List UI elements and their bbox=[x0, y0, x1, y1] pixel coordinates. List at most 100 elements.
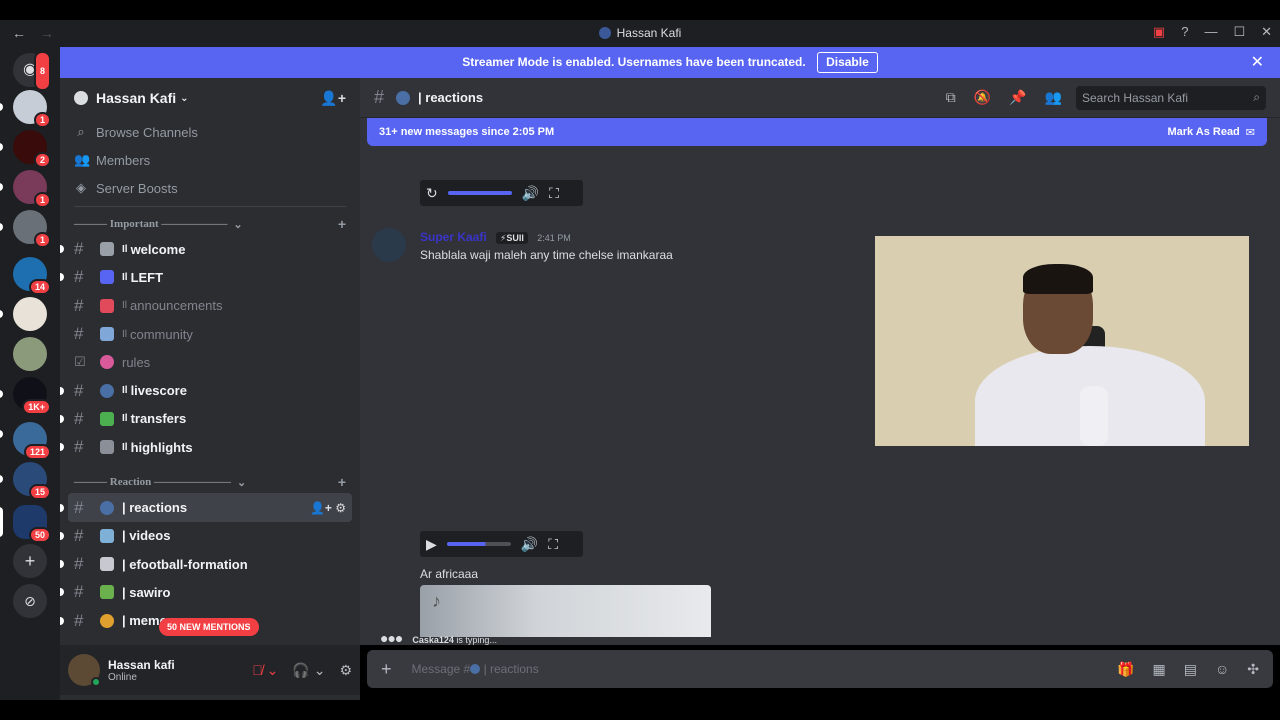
server-icon[interactable]: 1 bbox=[13, 170, 51, 208]
hash-icon: # bbox=[74, 582, 84, 602]
attach-plus-icon[interactable]: + bbox=[381, 659, 392, 680]
channel-prefix: Il bbox=[122, 243, 128, 255]
gear-icon[interactable]: ⚙ bbox=[339, 662, 352, 679]
pin-icon[interactable]: 📌 bbox=[1009, 89, 1026, 106]
server-icon[interactable]: 121 bbox=[13, 422, 51, 460]
unread-indicator bbox=[60, 443, 64, 452]
channel-sawiro[interactable]: # | sawiro bbox=[60, 578, 352, 606]
message-input[interactable]: Message # | reactions bbox=[412, 662, 539, 676]
siren-icon bbox=[100, 298, 114, 313]
replay-icon[interactable]: ↻ bbox=[426, 185, 438, 202]
member-list-icon[interactable]: 👥 bbox=[1045, 89, 1062, 106]
channel-title: | reactions bbox=[418, 90, 484, 105]
unread-indicator bbox=[60, 503, 64, 512]
hash-icon: # bbox=[74, 295, 84, 315]
channel-rules[interactable]: ☑ rules bbox=[68, 348, 352, 376]
category-reaction[interactable]: ——— Reaction ——————— ⌄ + bbox=[60, 471, 360, 493]
fullscreen-icon[interactable]: ⛶ bbox=[548, 536, 558, 553]
gif-icon[interactable]: ▦ bbox=[1153, 661, 1166, 678]
members-icon: 👥 bbox=[74, 152, 91, 167]
server-badge: 50 bbox=[28, 527, 51, 543]
channel-prefix: Il bbox=[122, 441, 128, 453]
browse-channels[interactable]: ⌕ Browse Channels bbox=[60, 118, 360, 146]
server-icon[interactable] bbox=[13, 337, 47, 371]
volume-icon[interactable]: 🔊 bbox=[522, 185, 539, 202]
close-window-icon[interactable]: ✕ bbox=[1261, 24, 1272, 40]
inbox-icon[interactable]: ▣ bbox=[1153, 24, 1165, 40]
channel-transfers[interactable]: # Il transfers bbox=[60, 405, 352, 433]
close-icon[interactable]: ✕ bbox=[1251, 47, 1264, 78]
play-icon[interactable]: ▶ bbox=[426, 536, 437, 553]
guild-header[interactable]: Hassan Kafi ⌄ 👤+ bbox=[60, 78, 360, 118]
server-icon[interactable]: 15 bbox=[13, 462, 51, 500]
headphones-icon[interactable]: 🎧 ⌄ bbox=[292, 662, 325, 679]
discover-icon[interactable]: ⊘ bbox=[13, 584, 47, 618]
channel-label: community bbox=[130, 326, 193, 342]
new-messages-bar[interactable]: 31+ new messages since 2:05 PM Mark As R… bbox=[367, 118, 1267, 146]
emoji-icon[interactable]: ☺ bbox=[1215, 661, 1229, 678]
hash-icon: # bbox=[74, 610, 84, 630]
avatar[interactable] bbox=[68, 654, 101, 687]
channel-welcome[interactable]: # Il welcome bbox=[60, 235, 352, 263]
server-icon[interactable]: 1 bbox=[13, 210, 51, 248]
message-composer[interactable]: + Message # | reactions 🎁 ▦ ▤ ☺ ✣ bbox=[367, 650, 1273, 688]
tv-icon bbox=[100, 528, 114, 543]
server-icon[interactable]: 14 bbox=[13, 257, 51, 295]
composer-toolbar: 🎁 ▦ ▤ ☺ ✣ bbox=[1117, 661, 1259, 678]
search-input[interactable]: Search Hassan Kafi ⌕ bbox=[1076, 85, 1266, 110]
hash-icon: # bbox=[74, 324, 84, 344]
video-player-controls: ↻ 🔊 ⛶ bbox=[420, 180, 583, 206]
airplane-icon bbox=[100, 270, 114, 285]
server-boosts[interactable]: ◈ Server Boosts bbox=[60, 174, 360, 202]
server-badge: 121 bbox=[23, 444, 51, 460]
channel-left[interactable]: # Il LEFT bbox=[60, 263, 352, 291]
unread-indicator bbox=[0, 475, 3, 483]
server-icon[interactable]: 1 bbox=[13, 90, 51, 128]
channel-livescore[interactable]: # Il livescore bbox=[60, 376, 352, 404]
channel-label: | sawiro bbox=[122, 584, 171, 600]
server-icon[interactable]: 1K+ bbox=[13, 377, 51, 415]
channel-settings-icon[interactable]: 👤+ ⚙ bbox=[310, 501, 346, 515]
progress-bar[interactable] bbox=[447, 191, 512, 195]
server-icon[interactable]: 50 bbox=[13, 505, 51, 543]
message-author[interactable]: Super Kaafi bbox=[420, 230, 487, 244]
server-icon[interactable] bbox=[13, 297, 47, 331]
maximize-icon[interactable]: ☐ bbox=[1233, 24, 1245, 40]
add-server-icon[interactable]: + bbox=[13, 544, 47, 578]
mark-as-read-button[interactable]: Mark As Read bbox=[1167, 126, 1239, 138]
minimize-icon[interactable]: — bbox=[1204, 24, 1217, 40]
user-info[interactable]: Hassan kafi Online bbox=[108, 658, 175, 683]
fullscreen-icon[interactable]: ⛶ bbox=[549, 185, 559, 202]
unread-indicator bbox=[0, 223, 3, 231]
help-icon[interactable]: ? bbox=[1181, 24, 1188, 40]
members[interactable]: 👥 Members bbox=[60, 146, 360, 174]
unread-indicator bbox=[60, 273, 64, 282]
avatar[interactable] bbox=[372, 228, 406, 262]
new-messages-text: 31+ new messages since 2:05 PM bbox=[379, 126, 555, 138]
channel-efootball-formation[interactable]: # | efootball-formation bbox=[60, 550, 352, 578]
new-mentions-pill[interactable]: 50 NEW MENTIONS bbox=[159, 618, 259, 636]
channel-videos[interactable]: # | videos bbox=[60, 522, 352, 550]
discord-home-icon[interactable]: ◉ 8 bbox=[13, 51, 51, 91]
notifications-off-icon[interactable]: 🔕 bbox=[974, 89, 991, 106]
category-important[interactable]: ——— Important —————— ⌄ + bbox=[60, 213, 360, 235]
channel-label: | efootball-formation bbox=[122, 556, 248, 572]
disable-button[interactable]: Disable bbox=[817, 52, 878, 73]
volume-icon[interactable]: 🔊 bbox=[521, 536, 538, 553]
apps-icon[interactable]: ✣ bbox=[1247, 661, 1259, 678]
server-icon[interactable]: 2 bbox=[13, 130, 51, 168]
invite-icon[interactable]: 👤+ bbox=[320, 90, 346, 107]
channel-announcements[interactable]: # Il announcements bbox=[68, 292, 352, 320]
sticker-icon[interactable]: ▤ bbox=[1184, 661, 1197, 678]
channel-highlights[interactable]: # Il highlights bbox=[60, 433, 352, 461]
browse-icon: ⌕ bbox=[77, 124, 85, 139]
channel-community[interactable]: # Il community bbox=[68, 320, 352, 348]
channel-reactions[interactable]: # | reactions 👤+ ⚙ bbox=[60, 493, 352, 522]
add-channel-icon[interactable]: + bbox=[338, 474, 346, 490]
muted-mic-icon[interactable]: 🎙̸ ⌄ bbox=[252, 662, 278, 679]
airplane-icon bbox=[100, 242, 114, 257]
progress-bar[interactable] bbox=[446, 542, 511, 546]
threads-icon[interactable]: ⧉ bbox=[946, 89, 956, 106]
add-channel-icon[interactable]: + bbox=[338, 216, 346, 232]
gift-icon[interactable]: 🎁 bbox=[1117, 661, 1134, 678]
